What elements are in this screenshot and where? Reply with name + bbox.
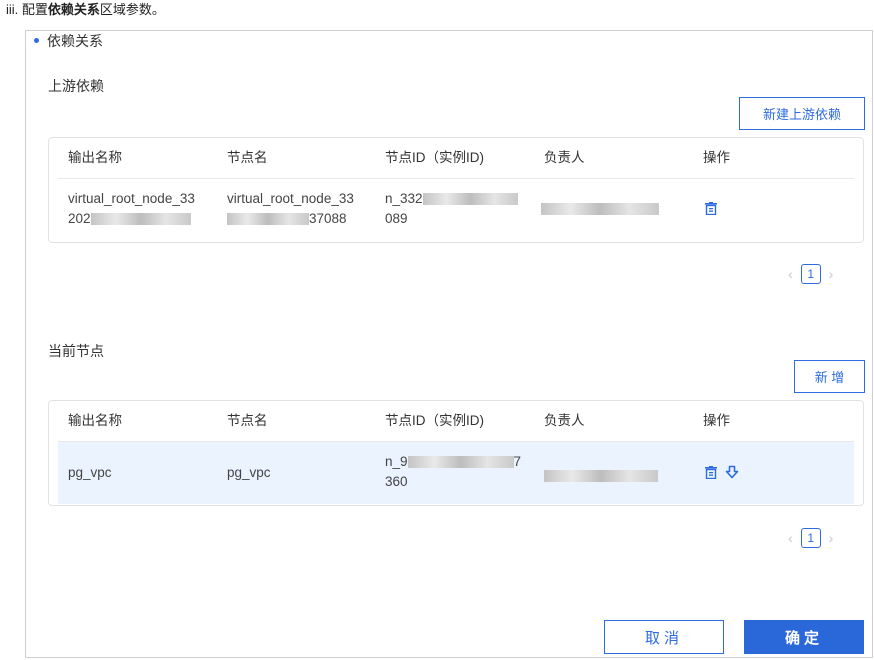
arrow-down-icon[interactable] (725, 465, 739, 484)
node-name-cell: pg_vpc (227, 465, 271, 480)
owner-cell (544, 466, 658, 486)
page-1-button[interactable]: 1 (800, 528, 821, 548)
add-button[interactable]: 新 增 (794, 360, 865, 393)
redacted-blur (541, 203, 659, 216)
output-name-prefix: 202 (68, 211, 91, 226)
output-name-cell: pg_vpc (68, 465, 112, 480)
bullet-dot (34, 37, 39, 43)
cancel-button[interactable]: 取消 (604, 620, 724, 654)
header-owner: 负责人 (544, 413, 585, 428)
doc-suffix: 区域参数。 (99, 2, 165, 17)
dependency-dialog: 依赖关系 上游依赖 新建上游依赖 输出名称 节点名 节点ID（实例ID) 负责人… (25, 30, 873, 658)
node-name-suffix: 37088 (309, 211, 347, 226)
table-row: virtual_root_node_33 202 virtual_root_no… (58, 179, 854, 241)
chevron-left-icon[interactable]: ‹ (788, 530, 793, 546)
output-name-line2: 202 (68, 209, 195, 229)
table-row[interactable]: pg_vpc pg_vpc n_9 7 360 (58, 442, 854, 504)
redacted-blur (407, 456, 514, 469)
new-upstream-button[interactable]: 新建上游依赖 (739, 97, 865, 130)
output-name-line1: virtual_root_node_33 (68, 191, 195, 206)
page-1-button[interactable]: 1 (800, 264, 821, 284)
header-owner: 负责人 (544, 150, 585, 165)
upstream-pagination: ‹ 1 › (788, 264, 833, 284)
current-table-header: 输出名称 节点名 节点ID（实例ID) 负责人 操作 (58, 401, 854, 442)
chevron-right-icon[interactable]: › (829, 266, 834, 282)
upstream-table: 输出名称 节点名 节点ID（实例ID) 负责人 操作 virtual_root_… (48, 137, 864, 243)
node-id-line1: n_9 7 (385, 452, 521, 472)
upstream-table-header: 输出名称 节点名 节点ID（实例ID) 负责人 操作 (58, 138, 854, 179)
redacted-blur (544, 470, 658, 483)
current-pagination: ‹ 1 › (788, 528, 833, 548)
current-node-title: 当前节点 (48, 343, 104, 359)
node-id-cell: n_332 089 (385, 189, 518, 229)
header-output-name: 输出名称 (68, 150, 122, 165)
trash-icon[interactable] (705, 202, 717, 220)
chevron-right-icon[interactable]: › (829, 530, 834, 546)
header-node-name: 节点名 (227, 150, 268, 165)
doc-instruction: iii. 配置依赖关系区域参数。 (6, 2, 165, 18)
header-actions: 操作 (703, 413, 730, 428)
node-id-suffix: 7 (513, 454, 522, 469)
doc-bold: 依赖关系 (47, 2, 100, 17)
redacted-blur (90, 213, 191, 226)
header-node-id: 节点ID（实例ID) (385, 413, 484, 428)
node-id-prefix: n_9 (385, 454, 408, 469)
section-title: 依赖关系 (47, 33, 103, 49)
node-id-prefix: n_332 (385, 191, 423, 206)
redacted-blur (227, 213, 309, 226)
current-node-table: 输出名称 节点名 节点ID（实例ID) 负责人 操作 pg_vpc pg_vpc… (48, 400, 864, 506)
node-name-cell: virtual_root_node_33 37088 (227, 189, 354, 229)
node-id-line1: n_332 (385, 189, 518, 209)
section-header: 依赖关系 (34, 31, 103, 51)
header-node-id: 节点ID（实例ID) (385, 150, 484, 165)
confirm-button[interactable]: 确定 (744, 620, 864, 654)
trash-icon[interactable] (705, 466, 717, 484)
header-actions: 操作 (703, 150, 730, 165)
redacted-blur (422, 193, 518, 206)
chevron-left-icon[interactable]: ‹ (788, 266, 793, 282)
node-id-cell: n_9 7 360 (385, 452, 521, 492)
owner-cell (541, 199, 659, 219)
node-name-line2: 37088 (227, 209, 354, 229)
node-id-line2: 360 (385, 474, 408, 489)
upstream-title: 上游依赖 (48, 78, 104, 94)
doc-prefix: iii. 配置 (6, 2, 48, 17)
node-id-line2: 089 (385, 211, 408, 226)
node-name-line1: virtual_root_node_33 (227, 191, 354, 206)
header-node-name: 节点名 (227, 413, 268, 428)
output-name-cell: virtual_root_node_33 202 (68, 189, 195, 229)
header-output-name: 输出名称 (68, 413, 122, 428)
